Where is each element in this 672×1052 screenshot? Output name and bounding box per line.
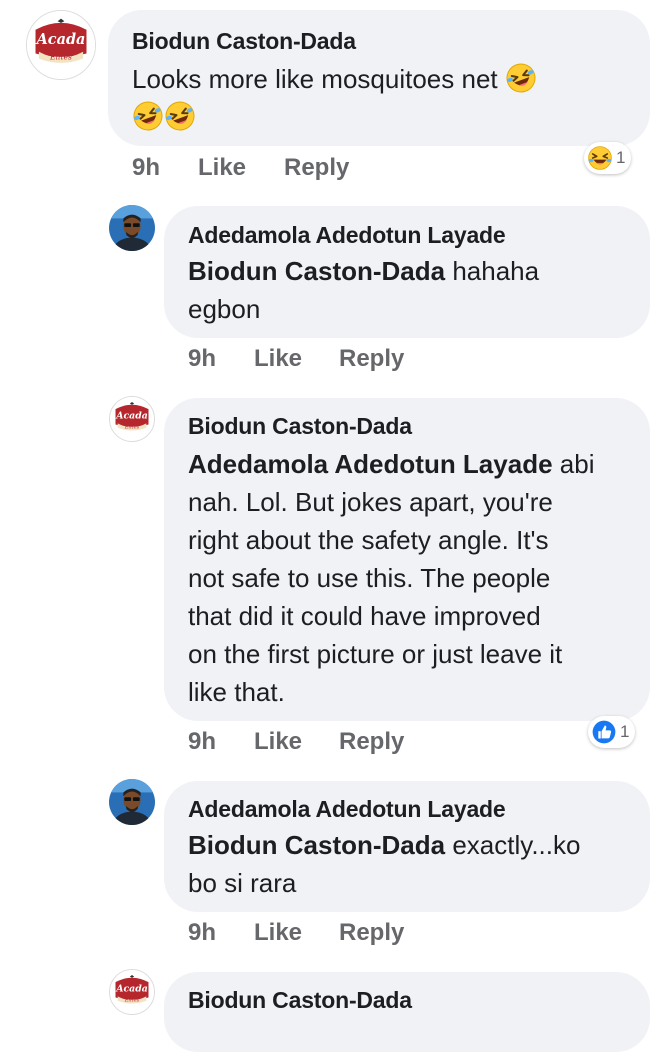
comment-author[interactable]: Biodun Caston-Dada [188,987,412,1014]
user-photo-icon [109,779,155,825]
like-button[interactable]: Like [198,154,246,182]
comment-timestamp[interactable]: 9h [132,154,160,182]
comment-text-line: right about the safety angle. It's [188,525,549,555]
acada-elites-logo-icon [110,970,154,1014]
laughing-emoji-icon [505,62,537,94]
comment-text-content: Looks more like mosquitoes net [132,64,498,94]
comment-text-line: that did it could have improved [188,601,541,631]
user-photo-icon [109,205,155,251]
comment-bubble: Adedamola Adedotun Layade Biodun Caston-… [164,206,650,338]
comment-bubble: Biodun Caston-Dada Adedamola Adedotun La… [164,398,650,721]
mention-link[interactable]: Biodun Caston-Dada [188,256,445,286]
laughing-emoji-icon [587,145,613,171]
laughing-emoji-icon [164,100,196,132]
comment-text-content: hahaha [452,256,540,286]
like-button[interactable]: Like [254,345,302,373]
reply-button[interactable]: Reply [284,154,349,182]
avatar[interactable] [109,969,155,1015]
comment-bubble: Biodun Caston-Dada [164,972,650,1052]
mention-link[interactable]: Adedamola Adedotun Layade [188,449,553,479]
reaction-count: 1 [616,148,626,167]
reaction-count: 1 [620,722,630,741]
acada-elites-logo-icon [110,397,154,441]
comment-text: Biodun Caston-Dada hahaha egbon [188,252,638,328]
avatar[interactable] [109,205,155,251]
avatar[interactable] [109,396,155,442]
reaction-summary[interactable]: 1 [584,142,632,174]
avatar[interactable] [109,779,155,825]
comment-author[interactable]: Biodun Caston-Dada [132,28,356,55]
comment-text-content: exactly...ko [452,830,581,860]
comment-timestamp[interactable]: 9h [188,728,216,756]
avatar[interactable] [26,10,96,80]
like-button[interactable]: Like [254,728,302,756]
mention-link[interactable]: Biodun Caston-Dada [188,830,445,860]
laughing-emoji-icon [132,100,164,132]
comment-timestamp[interactable]: 9h [188,345,216,373]
comment-author[interactable]: Adedamola Adedotun Layade [188,222,506,249]
comment-timestamp[interactable]: 9h [188,919,216,947]
comment-bubble: Biodun Caston-Dada Looks more like mosqu… [108,10,650,146]
comment-text-line: nah. Lol. But jokes apart, you're [188,487,553,517]
reply-button[interactable]: Reply [339,919,404,947]
comment-text-line: not safe to use this. The people [188,563,551,593]
comment-text-line: on the first picture or just leave it [188,639,563,669]
comment-text-content: egbon [188,294,261,324]
comment-text: Looks more like mosquitoes net [132,60,632,136]
comment-text-line: abi [559,449,595,479]
comment-author[interactable]: Adedamola Adedotun Layade [188,796,506,823]
like-thumb-icon [591,719,617,745]
comment-text: Biodun Caston-Dada exactly...ko bo si ra… [188,826,638,902]
reply-button[interactable]: Reply [339,345,404,373]
reply-button[interactable]: Reply [339,728,404,756]
comment-text-content: bo si rara [188,868,297,898]
reaction-summary[interactable]: 1 [588,716,636,748]
comment-text-line: like that. [188,677,285,707]
comment-text: Adedamola Adedotun Layade abi nah. Lol. … [188,445,648,711]
acada-elites-logo-icon [27,11,95,79]
comment-bubble: Adedamola Adedotun Layade Biodun Caston-… [164,781,650,912]
like-button[interactable]: Like [254,919,302,947]
comment-author[interactable]: Biodun Caston-Dada [188,413,412,440]
